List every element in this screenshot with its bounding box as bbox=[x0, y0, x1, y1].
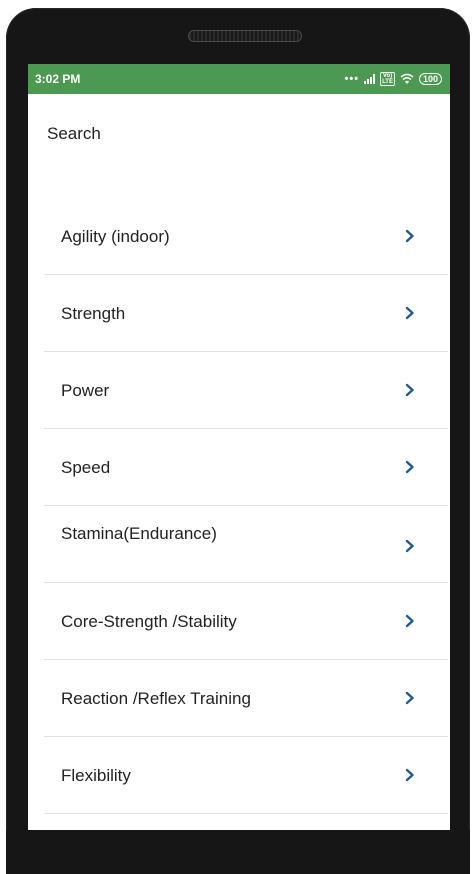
speaker-grille bbox=[188, 30, 302, 42]
list-item-label: Core-Strength /Stability bbox=[61, 612, 237, 631]
chevron-right-icon bbox=[405, 614, 414, 628]
battery-icon: 100 bbox=[418, 73, 442, 85]
status-bar: 3:02 PM ••• Vo) LTE 100 bbox=[28, 64, 450, 94]
phone-frame: 3:02 PM ••• Vo) LTE 100 Search Agility (… bbox=[6, 8, 470, 874]
chevron-right-icon bbox=[405, 768, 414, 782]
list-item-label: Reaction /Reflex Training bbox=[61, 689, 251, 708]
list-item-label: Speed bbox=[61, 458, 111, 477]
list-item-label: Power bbox=[61, 381, 110, 400]
chevron-right-icon bbox=[405, 539, 414, 553]
category-list: Agility (indoor) Strength Power Speed St… bbox=[44, 198, 448, 814]
chevron-right-icon bbox=[405, 229, 414, 243]
chevron-right-icon bbox=[405, 460, 414, 474]
app-screen: 3:02 PM ••• Vo) LTE 100 Search Agility (… bbox=[28, 64, 450, 830]
status-icons: ••• Vo) LTE 100 bbox=[345, 72, 442, 86]
signal-icon bbox=[364, 74, 376, 84]
list-item-label: Strength bbox=[61, 304, 126, 323]
list-item-speed[interactable]: Speed bbox=[44, 429, 448, 506]
list-item-reaction[interactable]: Reaction /Reflex Training bbox=[44, 660, 448, 737]
search-title[interactable]: Search bbox=[47, 124, 101, 144]
notification-dots-icon: ••• bbox=[344, 73, 360, 85]
list-item-flexibility[interactable]: Flexibility bbox=[44, 737, 448, 814]
chevron-right-icon bbox=[405, 691, 414, 705]
list-item-strength[interactable]: Strength bbox=[44, 275, 448, 352]
list-item-stamina[interactable]: Stamina(Endurance) bbox=[44, 506, 448, 583]
list-item-core-strength[interactable]: Core-Strength /Stability bbox=[44, 583, 448, 660]
chevron-right-icon bbox=[405, 306, 414, 320]
wifi-icon bbox=[400, 73, 414, 84]
list-item-label: Stamina(Endurance) bbox=[61, 524, 217, 543]
chevron-right-icon bbox=[405, 383, 414, 397]
list-item-label: Flexibility bbox=[61, 766, 131, 785]
list-item-label: Agility (indoor) bbox=[61, 227, 170, 246]
phone-bottom-bezel bbox=[6, 830, 470, 874]
list-item-agility[interactable]: Agility (indoor) bbox=[44, 198, 448, 275]
volte-icon: Vo) LTE bbox=[380, 72, 395, 86]
volte-bottom-text: LTE bbox=[382, 79, 393, 85]
list-item-power[interactable]: Power bbox=[44, 352, 448, 429]
status-time: 3:02 PM bbox=[35, 72, 81, 86]
